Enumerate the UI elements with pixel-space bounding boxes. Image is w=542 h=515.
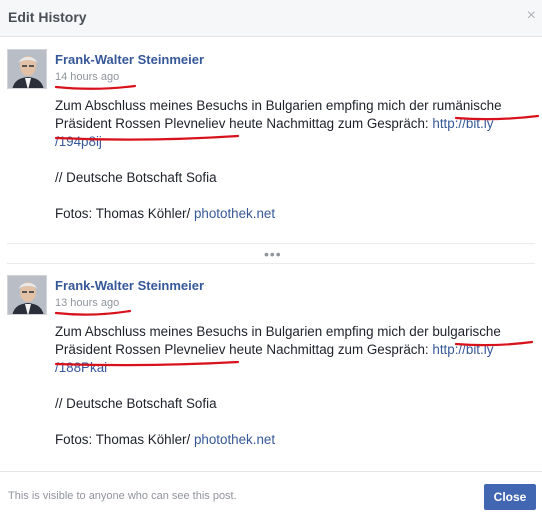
post-text: Zum Abschluss meines Besuchs in Bulgarie… — [55, 97, 535, 223]
post-text-segment: heute Nachmittag zum Gespräch: — [225, 116, 433, 131]
timestamp[interactable]: 14 hours ago — [55, 71, 119, 83]
post-signature: // Deutsche Botschaft Sofia — [55, 396, 217, 411]
post-text-segment: Zum Abschluss meines Besuchs in Bulgarie… — [55, 324, 433, 339]
divider — [7, 263, 535, 264]
photo-credit-link[interactable]: photothek.net — [194, 432, 275, 447]
edited-word: bulgarische — [432, 324, 501, 339]
dialog-footer: This is visible to anyone who can see th… — [0, 471, 542, 515]
post-link[interactable]: http://bit.ly — [432, 116, 493, 131]
edit-history-dialog: Edit History × Frank-Walter Steinmeier 1… — [0, 0, 542, 515]
post-text: Zum Abschluss meines Besuchs in Bulgarie… — [55, 323, 535, 449]
photo-credit: Fotos: Thomas Köhler/ — [55, 206, 194, 221]
post-text-segment: heute Nachmittag zum Gespräch: — [225, 342, 433, 357]
edited-word: rumänische — [432, 98, 502, 113]
photo-credit-link[interactable]: photothek.net — [194, 206, 275, 221]
more-icon[interactable]: ••• — [264, 247, 282, 261]
dialog-header: Edit History × — [0, 0, 542, 37]
close-icon[interactable]: × — [527, 8, 536, 24]
divider — [7, 243, 535, 244]
author-name[interactable]: Frank-Walter Steinmeier — [55, 52, 204, 67]
annotation-underline — [54, 309, 132, 316]
avatar[interactable] — [7, 275, 47, 315]
post-text-segment: Präsident Rossen Plevneliev — [55, 116, 226, 131]
annotation-underline — [54, 84, 137, 90]
author-name[interactable]: Frank-Walter Steinmeier — [55, 278, 204, 293]
post-link[interactable]: /194p8ij — [55, 134, 102, 149]
post-signature: // Deutsche Botschaft Sofia — [55, 170, 217, 185]
post-text-segment: Zum Abschluss meines Besuchs in Bulgarie… — [55, 98, 433, 113]
close-button[interactable]: Close — [484, 484, 536, 510]
photo-credit: Fotos: Thomas Köhler/ — [55, 432, 194, 447]
avatar[interactable] — [7, 49, 47, 89]
post-link[interactable]: http://bit.ly — [432, 342, 493, 357]
timestamp[interactable]: 13 hours ago — [55, 297, 119, 309]
visibility-note: This is visible to anyone who can see th… — [8, 490, 237, 502]
dialog-title: Edit History — [8, 9, 87, 25]
post-text-segment: Präsident Rossen Plevneliev — [55, 342, 226, 357]
post-link[interactable]: /188Pkai — [55, 360, 107, 375]
